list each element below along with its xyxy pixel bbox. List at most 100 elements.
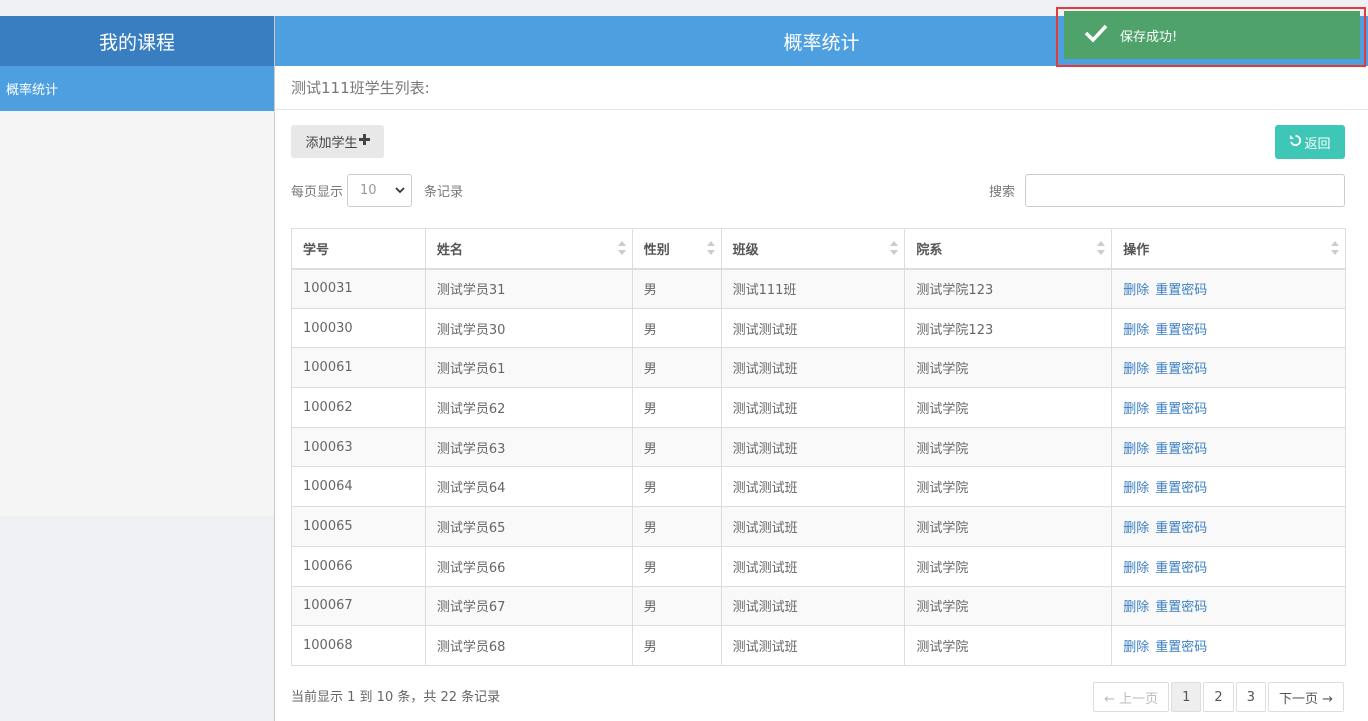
sort-icon — [617, 241, 626, 256]
sort-icon — [706, 241, 715, 256]
cell-name: 测试学员68 — [424, 625, 633, 666]
cell-actions: 删除 重置密码 — [1111, 268, 1346, 309]
column-header-actions[interactable]: 操作 — [1111, 228, 1346, 270]
search-control: 搜索 — [989, 174, 1345, 207]
delete-link[interactable]: 删除 — [1123, 323, 1149, 338]
cell-name: 测试学员61 — [424, 347, 633, 389]
search-label: 搜索 — [988, 185, 1015, 200]
search-input[interactable] — [1025, 174, 1345, 207]
plus-icon — [358, 134, 370, 149]
reset-password-link[interactable]: 重置密码 — [1155, 362, 1207, 377]
page-button-1[interactable]: 1 — [1171, 682, 1202, 712]
column-header-student-id: 学号 — [291, 228, 426, 270]
cell-gender: 男 — [631, 307, 722, 349]
reset-password-link[interactable]: 重置密码 — [1155, 521, 1207, 536]
column-header-name[interactable]: 姓名 — [424, 228, 633, 270]
delete-link[interactable]: 删除 — [1123, 600, 1149, 615]
sidebar-title: 我的课程 — [0, 16, 274, 66]
cell-actions: 删除 重置密码 — [1111, 347, 1346, 389]
cell-name: 测试学员63 — [424, 426, 633, 468]
cell-actions: 删除 重置密码 — [1111, 585, 1346, 627]
table-row: 100030 测试学员30 男测试测试班 测试学院123 删除 重置密码 — [291, 307, 1346, 349]
cell-class: 测试测试班 — [720, 307, 906, 349]
cell-name: 测试学员66 — [424, 545, 633, 587]
cell-student-id: 100066 — [291, 545, 426, 587]
sidebar-item-probability-statistics[interactable]: 概率统计 — [0, 66, 274, 111]
cell-actions: 删除 重置密码 — [1111, 466, 1346, 508]
cell-student-id: 100064 — [291, 466, 426, 508]
column-header-label: 姓名 — [436, 242, 463, 258]
page-button-2[interactable]: 2 — [1203, 682, 1234, 712]
delete-link[interactable]: 删除 — [1123, 442, 1149, 457]
cell-department: 测试学院123 — [904, 268, 1113, 309]
page-length-select[interactable]: 10 — [347, 174, 413, 207]
delete-link[interactable]: 删除 — [1123, 481, 1149, 496]
prev-page-button[interactable]: ← 上一页 — [1093, 682, 1170, 712]
cell-student-id: 100061 — [291, 347, 426, 389]
cell-actions: 删除 重置密码 — [1111, 545, 1346, 587]
delete-link[interactable]: 删除 — [1123, 362, 1149, 377]
cell-class: 测试111班 — [720, 268, 906, 309]
reset-password-link[interactable]: 重置密码 — [1155, 481, 1207, 496]
delete-link[interactable]: 删除 — [1123, 640, 1149, 655]
back-label: 返回 — [1304, 136, 1331, 152]
delete-link[interactable]: 删除 — [1123, 521, 1149, 536]
page-length-suffix: 条记录 — [424, 185, 464, 200]
cell-actions: 删除 重置密码 — [1111, 426, 1346, 468]
page-length-prefix: 每页显示 — [291, 185, 344, 200]
reset-password-link[interactable]: 重置密码 — [1155, 600, 1207, 615]
table-header-row: 学号 姓名 性别 班级 院系 操作 — [291, 228, 1346, 270]
success-toast[interactable]: 保存成功! — [1064, 11, 1360, 59]
cell-gender: 男 — [631, 387, 722, 428]
delete-link[interactable]: 删除 — [1123, 402, 1149, 417]
column-header-department[interactable]: 院系 — [904, 228, 1113, 270]
reset-password-link[interactable]: 重置密码 — [1155, 283, 1207, 298]
cell-actions: 删除 重置密码 — [1111, 625, 1346, 666]
cell-gender: 男 — [631, 268, 722, 309]
reset-password-link[interactable]: 重置密码 — [1155, 323, 1207, 338]
page-button-3[interactable]: 3 — [1235, 682, 1266, 712]
delete-link[interactable]: 删除 — [1123, 283, 1149, 298]
table-row: 100067 测试学员67 男测试测试班 测试学院 删除 重置密码 — [291, 585, 1346, 627]
cell-class: 测试测试班 — [720, 387, 906, 428]
column-header-label: 班级 — [732, 242, 759, 258]
toast-highlight: 保存成功! — [1056, 7, 1366, 67]
reset-password-link[interactable]: 重置密码 — [1155, 402, 1207, 417]
delete-link[interactable]: 删除 — [1123, 561, 1149, 576]
cell-gender: 男 — [631, 545, 722, 587]
toolbar: 添加学生 返回 — [291, 125, 1345, 159]
add-student-button[interactable]: 添加学生 — [291, 125, 384, 158]
cell-actions: 删除 重置密码 — [1111, 307, 1346, 349]
cell-department: 测试学院 — [904, 585, 1113, 627]
cell-class: 测试测试班 — [720, 625, 906, 666]
sidebar: 我的课程 概率统计 — [0, 16, 274, 516]
column-header-class[interactable]: 班级 — [720, 228, 906, 270]
cell-department: 测试学院 — [904, 426, 1113, 468]
cell-gender: 男 — [631, 466, 722, 508]
cell-student-id: 100063 — [291, 426, 426, 468]
cell-actions: 删除 重置密码 — [1111, 387, 1346, 428]
reset-password-link[interactable]: 重置密码 — [1155, 442, 1207, 457]
back-button[interactable]: 返回 — [1275, 125, 1345, 159]
reset-password-link[interactable]: 重置密码 — [1155, 640, 1207, 655]
cell-student-id: 100030 — [291, 307, 426, 349]
checkmark-icon — [1084, 23, 1108, 47]
reset-password-link[interactable]: 重置密码 — [1155, 561, 1207, 576]
page-length-value: 10 — [360, 183, 377, 198]
next-page-button[interactable]: 下一页 → — [1267, 682, 1344, 712]
cell-gender: 男 — [631, 347, 722, 389]
undo-icon — [1289, 134, 1302, 151]
students-table: 学号 姓名 性别 班级 院系 操作 100031 测试学员31 男测试111班 测试学院123 删… — [291, 228, 1346, 666]
cell-gender: 男 — [631, 426, 722, 468]
sort-icon — [890, 241, 899, 256]
add-student-label: 添加学生 — [305, 136, 358, 151]
column-header-gender[interactable]: 性别 — [631, 228, 722, 270]
sort-icon — [1097, 241, 1106, 256]
column-header-label: 学号 — [303, 242, 330, 258]
cell-department: 测试学院 — [904, 347, 1113, 389]
cell-student-id: 100065 — [291, 506, 426, 547]
cell-gender: 男 — [631, 585, 722, 627]
table-row: 100031 测试学员31 男测试111班 测试学院123 删除 重置密码 — [291, 268, 1346, 309]
panel-heading: 测试111班学生列表: — [275, 66, 1368, 110]
cell-class: 测试测试班 — [720, 545, 906, 587]
